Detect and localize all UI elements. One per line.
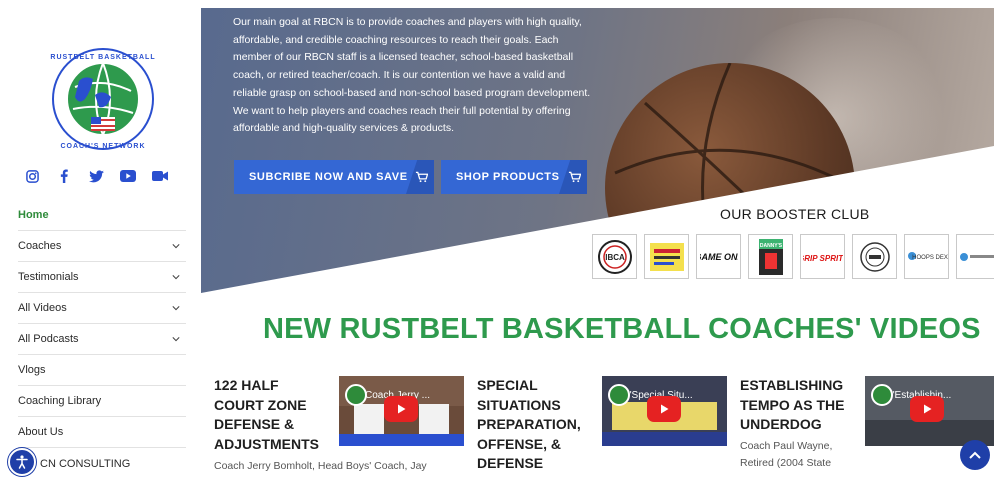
nav-item-about-us[interactable]: About Us — [18, 417, 186, 448]
chevron-down-icon[interactable] — [172, 242, 180, 250]
facebook-icon[interactable] — [56, 168, 72, 184]
instagram-icon[interactable] — [24, 168, 40, 184]
booster-logo-hoops-dex[interactable]: HOOPS DEX — [904, 234, 949, 279]
sidebar: RUSTBELT BASKETBALL COACH'S NETWORK Home — [0, 0, 201, 479]
video-thumbnail-1[interactable]: Coach Jerry ... — [339, 376, 464, 446]
booster-logo-text: GAME ONE — [700, 252, 738, 262]
cart-icon — [559, 160, 587, 194]
youtube-icon[interactable] — [120, 168, 136, 184]
booster-club-title: OUR BOOSTER CLUB — [720, 206, 870, 222]
nav-item-label: All Podcasts — [18, 333, 79, 345]
video-subtitle-1: Coach Jerry Bomholt, Head Boys' Coach, J… — [214, 460, 427, 472]
nav-item-consulting[interactable]: CN CONSULTING — [18, 448, 186, 479]
video-camera-icon[interactable] — [152, 168, 168, 184]
svg-text:RUSTBELT BASKETBALL: RUSTBELT BASKETBALL — [50, 54, 155, 61]
nav-item-testimonials[interactable]: Testimonials — [18, 262, 186, 293]
booster-logo-2[interactable] — [644, 234, 689, 279]
booster-logo-text: DANNY'S — [759, 243, 782, 249]
booster-logo-6[interactable] — [852, 234, 897, 279]
chevron-up-icon — [969, 451, 981, 459]
subscribe-button-label: SUBCRIBE NOW AND SAVE — [249, 171, 408, 183]
shop-products-button-label: SHOP PRODUCTS — [456, 171, 560, 183]
chevron-down-icon[interactable] — [172, 335, 180, 343]
nav-item-label: Testimonials — [18, 271, 79, 283]
video-thumbnail-3[interactable]: "Establishin... — [865, 376, 994, 446]
nav-item-all-videos[interactable]: All Videos — [18, 293, 186, 324]
nav-item-all-podcasts[interactable]: All Podcasts — [18, 324, 186, 355]
nav-item-home[interactable]: Home — [18, 200, 186, 231]
booster-logo-grip-spritz[interactable]: GRIP SPRITZ — [800, 234, 845, 279]
channel-avatar — [871, 384, 893, 406]
channel-avatar — [608, 384, 630, 406]
nav-item-coaches[interactable]: Coaches — [18, 231, 186, 262]
booster-logo-dannys[interactable]: DANNY'S — [748, 234, 793, 279]
chevron-down-icon[interactable] — [172, 304, 180, 312]
accessibility-button[interactable] — [8, 448, 36, 476]
accessibility-icon — [16, 455, 28, 469]
booster-logo-text: IBCA — [605, 253, 625, 262]
video-title-2[interactable]: SPECIAL SITUATIONS PREPARATION, OFFENSE,… — [477, 376, 595, 474]
social-links — [24, 168, 168, 184]
nav-item-label: CN CONSULTING — [40, 457, 131, 470]
nav-item-label: Home — [18, 209, 49, 221]
sidebar-nav: Home Coaches Testimonials All Videos All… — [18, 200, 186, 479]
svg-text:COACH'S NETWORK: COACH'S NETWORK — [60, 143, 145, 150]
video-subtitle-3: Coach Paul Wayne, Retired (2004 State — [740, 440, 833, 469]
booster-logo-8[interactable] — [956, 234, 994, 279]
nav-item-label: Coaching Library — [18, 395, 102, 407]
nav-item-label: About Us — [18, 426, 64, 438]
scroll-to-top-button[interactable] — [960, 440, 990, 470]
nav-item-vlogs[interactable]: Vlogs — [18, 355, 186, 386]
subscribe-button[interactable]: SUBCRIBE NOW AND SAVE — [234, 160, 434, 194]
nav-item-label: Vlogs — [18, 364, 46, 376]
video-thumbnail-2[interactable]: "Special Situ... — [602, 376, 727, 446]
rbcn-logo[interactable]: RUSTBELT BASKETBALL COACH'S NETWORK — [45, 47, 161, 151]
video-title-1[interactable]: 122 HALF COURT ZONE DEFENSE & ADJUSTMENT… — [214, 376, 332, 454]
page: RUSTBELT BASKETBALL COACH'S NETWORK Home — [0, 0, 994, 479]
videos-section-title: NEW RUSTBELT BASKETBALL COACHES' VIDEOS — [263, 313, 981, 345]
nav-item-label: All Videos — [18, 302, 67, 314]
channel-avatar — [345, 384, 367, 406]
booster-logo-text: HOOPS DEX — [912, 255, 948, 261]
play-icon — [910, 396, 944, 422]
booster-logo-ibca[interactable]: IBCA — [592, 234, 637, 279]
nav-item-label: Coaches — [18, 240, 62, 252]
video-title-3[interactable]: ESTABLISHING TEMPO AS THE UNDERDOG — [740, 376, 858, 435]
chevron-down-icon[interactable] — [172, 273, 180, 281]
twitter-icon[interactable] — [88, 168, 104, 184]
booster-logos: IBCA GAME ONE DANNY'S GRIP SPRITZ HOOPS … — [592, 234, 994, 279]
cart-icon — [406, 160, 434, 194]
booster-logo-game-one[interactable]: GAME ONE — [696, 234, 741, 279]
booster-logo-text: GRIP SPRITZ — [803, 254, 843, 263]
shop-products-button[interactable]: SHOP PRODUCTS — [441, 160, 587, 194]
play-icon — [647, 396, 681, 422]
hero-text: Our main goal at RBCN is to provide coac… — [233, 16, 591, 135]
nav-item-coaching-library[interactable]: Coaching Library — [18, 386, 186, 417]
play-icon — [384, 396, 418, 422]
